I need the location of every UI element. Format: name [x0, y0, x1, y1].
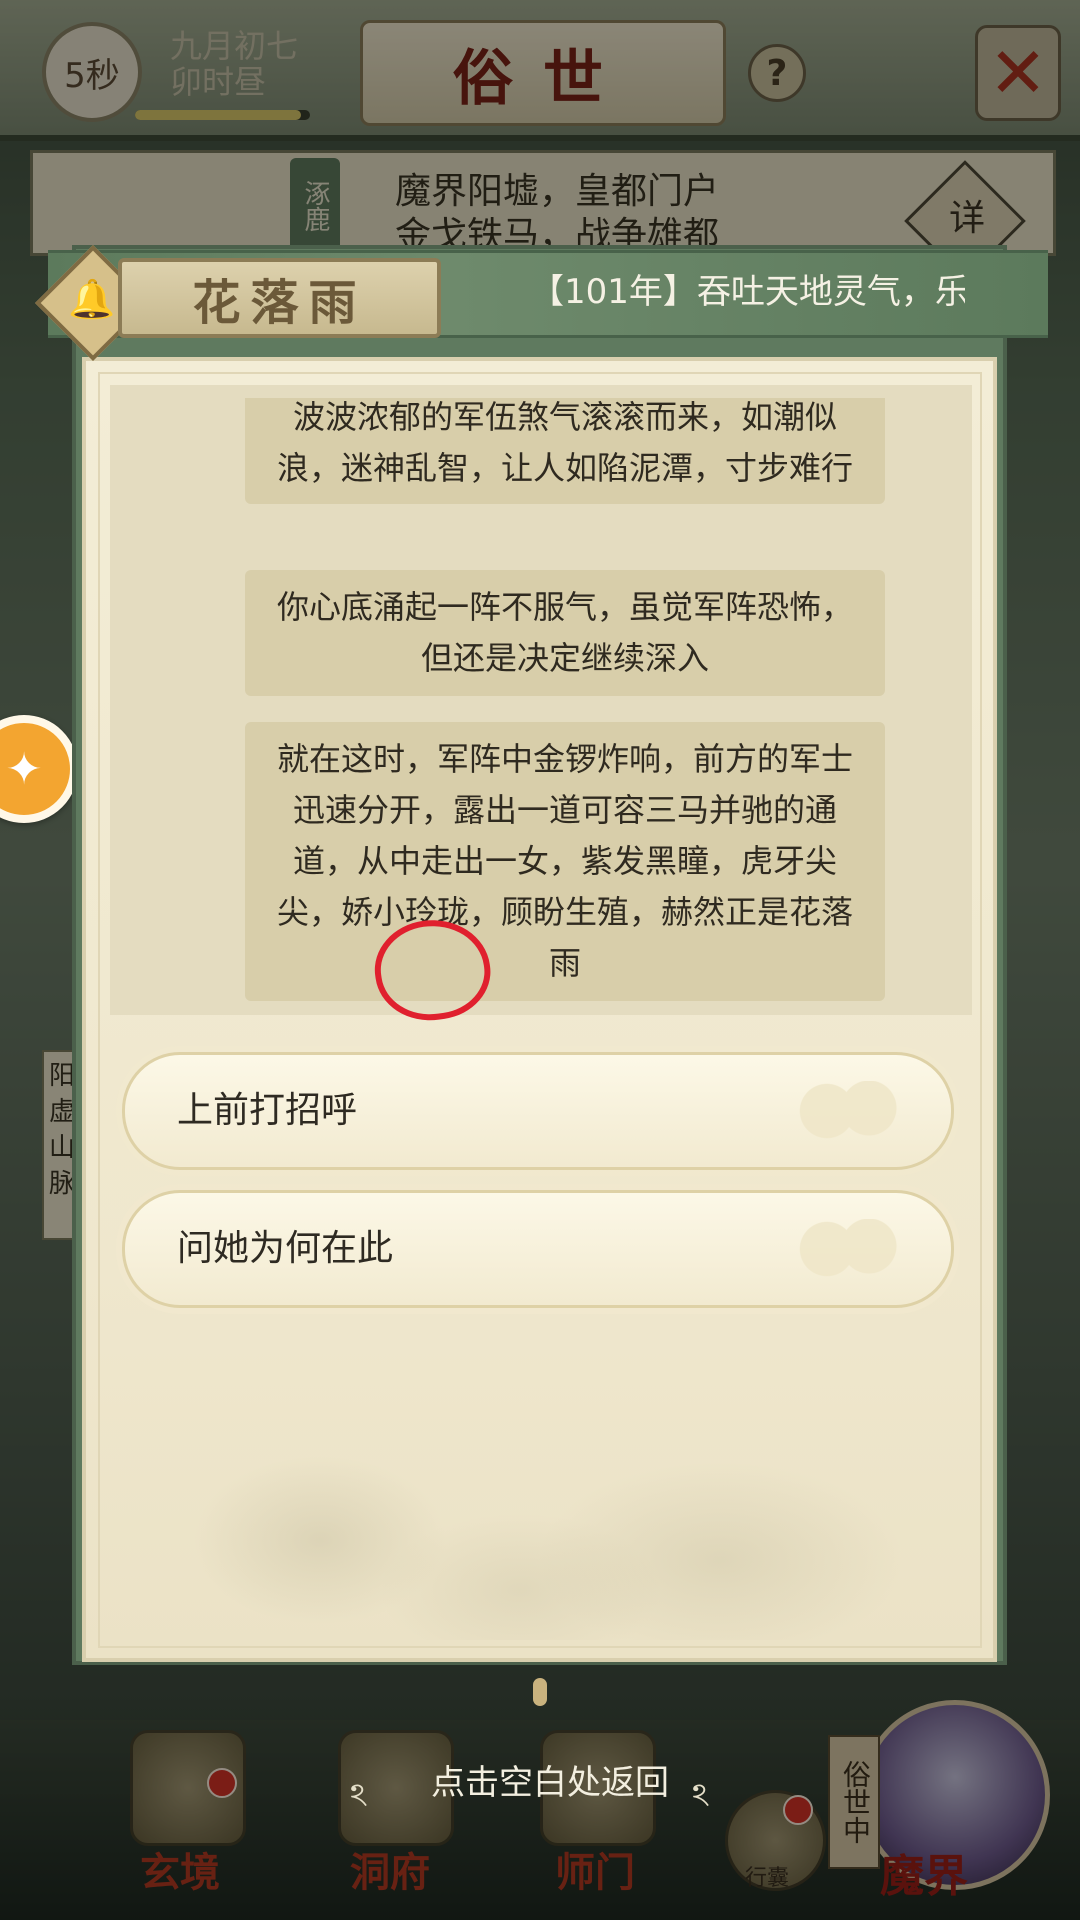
- option-label: 问她为何在此: [177, 1228, 394, 1269]
- npc-name: 花落雨: [118, 258, 441, 338]
- story-paragraph: 就在这时，军阵中金锣炸响，前方的军士迅速分开，露出一道可容三马并驰的通道，从中走…: [245, 722, 885, 1001]
- landscape-decoration: [100, 1360, 980, 1640]
- cloud-icon: [791, 1081, 911, 1141]
- event-ticker: 【101年】吞吐天地灵气，乐: [530, 272, 965, 312]
- deco-right-icon: ঽ: [692, 1776, 710, 1814]
- bell-icon: 🔔: [68, 277, 116, 321]
- option-label: 上前打招呼: [177, 1090, 358, 1131]
- story-paragraph: 波波浓郁的军伍煞气滚滚而来，如潮似浪，迷神乱智，让人如陷泥潭，寸步难行: [245, 398, 885, 504]
- option-greet-button[interactable]: 上前打招呼: [122, 1052, 954, 1170]
- option-ask-button[interactable]: 问她为何在此: [122, 1190, 954, 1308]
- scroll-knob: [533, 1678, 547, 1706]
- return-hint[interactable]: 点击空白处返回: [350, 1758, 750, 1808]
- cloud-icon: [791, 1219, 911, 1279]
- story-paragraph: 你心底涌起一阵不服气，虽觉军阵恐怖，但还是决定继续深入: [245, 570, 885, 696]
